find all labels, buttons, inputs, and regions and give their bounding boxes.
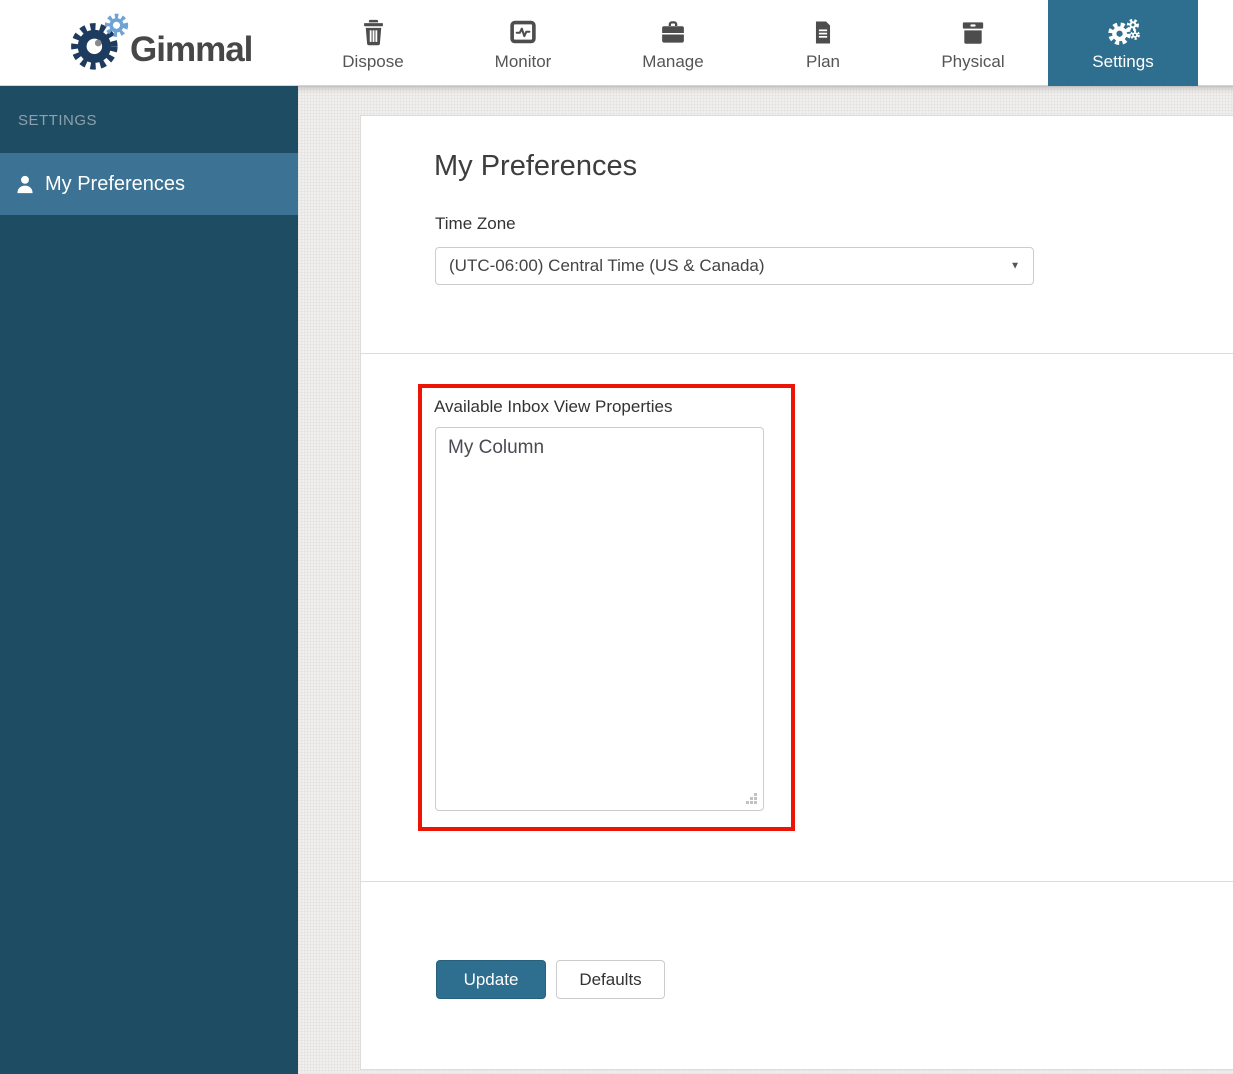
nav-tab-settings[interactable]: Settings — [1048, 0, 1198, 86]
nav-tab-manage[interactable]: Manage — [598, 0, 748, 86]
sidebar-section-label: SETTINGS — [18, 112, 98, 129]
defaults-button[interactable]: Defaults — [556, 960, 665, 999]
nav-label: Settings — [1092, 51, 1154, 71]
list-item[interactable]: My Column — [436, 428, 763, 468]
nav-label: Manage — [642, 51, 704, 71]
primary-nav: Dispose Monitor Manage Plan Physical Set… — [298, 0, 1198, 86]
chevron-down-icon: ▼ — [1010, 260, 1020, 272]
nav-label: Plan — [805, 51, 841, 71]
nav-tab-plan[interactable]: Plan — [748, 0, 898, 86]
nav-label: Monitor — [494, 51, 552, 71]
preferences-panel: My Preferences Time Zone (UTC-06:00) Cen… — [360, 115, 1233, 1070]
monitor-icon — [508, 15, 538, 47]
archive-box-icon — [958, 15, 988, 47]
person-icon — [14, 173, 36, 195]
gimmal-gears-icon — [64, 12, 138, 74]
time-zone-selected-value: (UTC-06:00) Central Time (US & Canada) — [449, 256, 765, 275]
time-zone-select[interactable]: (UTC-06:00) Central Time (US & Canada) ▼ — [435, 247, 1034, 285]
settings-sidebar: SETTINGS My Preferences — [0, 86, 298, 1074]
inbox-view-properties-listbox[interactable]: My Column — [435, 427, 764, 811]
nav-label: Dispose — [342, 51, 404, 71]
top-header: Gimmal Dispose Monitor Manage Plan Physi… — [0, 0, 1233, 86]
nav-tab-monitor[interactable]: Monitor — [448, 0, 598, 86]
resize-grip-icon[interactable] — [746, 793, 758, 805]
page-title: My Preferences — [434, 150, 638, 182]
document-icon — [810, 15, 836, 47]
sidebar-item-my-preferences[interactable]: My Preferences — [0, 153, 298, 215]
nav-label: Physical — [941, 51, 1005, 71]
time-zone-label: Time Zone — [435, 214, 516, 233]
update-button[interactable]: Update — [436, 960, 546, 999]
briefcase-icon — [658, 15, 688, 47]
nav-tab-dispose[interactable]: Dispose — [298, 0, 448, 86]
nav-tab-physical[interactable]: Physical — [898, 0, 1048, 86]
gears-icon — [1105, 15, 1141, 47]
inbox-view-properties-label: Available Inbox View Properties — [434, 397, 673, 416]
trash-icon — [359, 15, 388, 47]
sidebar-item-label: My Preferences — [45, 172, 186, 195]
section-divider — [361, 353, 1233, 354]
gimmal-logo[interactable]: Gimmal — [64, 8, 253, 78]
brand-name: Gimmal — [130, 30, 253, 69]
section-divider — [361, 881, 1233, 882]
